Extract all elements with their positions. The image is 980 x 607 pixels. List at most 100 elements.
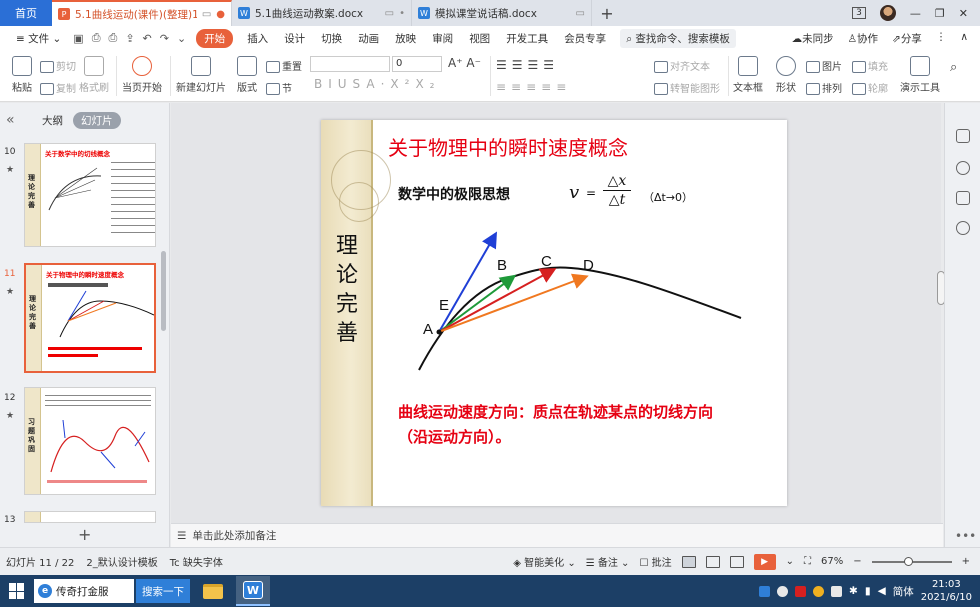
language-indicator[interactable]: 简体: [893, 584, 914, 599]
print-preview-icon[interactable]: ⎙: [88, 31, 105, 45]
tab-menu-icon[interactable]: ▭: [385, 8, 394, 19]
tab-developer[interactable]: 开发工具: [498, 31, 556, 46]
undo-icon[interactable]: ↶: [139, 32, 156, 45]
tray-app-icon[interactable]: [759, 585, 771, 597]
restore-icon[interactable]: ❐: [935, 7, 945, 20]
copy-button[interactable]: 复制: [40, 80, 76, 95]
slide-thumbnail-11[interactable]: 理论完善 关于物理中的瞬时速度概念: [24, 263, 156, 373]
print-icon[interactable]: ⎙: [105, 31, 122, 45]
notes-placeholder[interactable]: 单击此处添加备注: [192, 528, 276, 543]
collapse-ribbon-icon[interactable]: ∧: [960, 31, 968, 46]
new-tab-button[interactable]: +: [592, 0, 622, 26]
layout-button[interactable]: 版式: [234, 56, 260, 94]
close-icon[interactable]: ✕: [959, 7, 968, 20]
taskbar-search-button[interactable]: 搜索一下: [136, 579, 190, 603]
home-tab[interactable]: 首页: [0, 0, 52, 26]
tray-app-icon[interactable]: [831, 585, 843, 597]
file-explorer-app[interactable]: [196, 576, 230, 606]
zoom-level[interactable]: 67%: [821, 556, 843, 567]
from-current-button[interactable]: 当页开始: [120, 56, 164, 94]
bluetooth-icon[interactable]: ✱: [849, 585, 858, 597]
align-text-button[interactable]: 对齐文本: [654, 58, 710, 73]
cut-button[interactable]: 剪切: [40, 58, 76, 73]
network-icon[interactable]: ▮: [865, 585, 871, 597]
tray-app-icon[interactable]: [813, 585, 825, 597]
zoom-slider[interactable]: [871, 556, 952, 566]
shape-button[interactable]: 形状: [772, 56, 800, 94]
slideshow-play-button[interactable]: ▶: [753, 553, 776, 570]
tab-design[interactable]: 设计: [276, 31, 313, 46]
tab-dot-icon[interactable]: •: [399, 8, 405, 19]
normal-view-icon[interactable]: [681, 555, 696, 568]
tray-app-icon[interactable]: [777, 585, 789, 597]
minimize-icon[interactable]: —: [910, 7, 921, 20]
zoom-in-button[interactable]: +: [962, 556, 970, 567]
collapse-panel-icon[interactable]: «: [6, 112, 32, 128]
start-button[interactable]: [0, 575, 34, 607]
fill-button[interactable]: 填充: [852, 58, 888, 73]
tray-app-icon[interactable]: [795, 585, 807, 597]
customize-icon[interactable]: ⌄: [173, 32, 190, 45]
tab-modified-dot-icon[interactable]: ●: [216, 9, 225, 20]
picture-button[interactable]: 图片: [806, 58, 842, 73]
redo-icon[interactable]: ↷: [156, 32, 173, 45]
format-painter-button[interactable]: 格式刷: [78, 56, 110, 94]
smart-shape-button[interactable]: 转智能图形: [654, 80, 720, 95]
comments-button[interactable]: ☐ 批注: [639, 554, 671, 569]
doc-tab-lesson-plan[interactable]: W 5.1曲线运动教案.docx ▭ •: [232, 0, 412, 26]
add-slide-button[interactable]: +: [78, 525, 91, 544]
slide[interactable]: 理论完善 关于物理中的瞬时速度概念 数学中的极限思想 v = △x △t （Δt…: [321, 120, 787, 506]
velocity-diagram[interactable]: A E B C D: [321, 120, 787, 400]
help-icon[interactable]: [956, 221, 970, 235]
command-search[interactable]: ⌕ 查找命令、搜索模板: [620, 28, 736, 48]
properties-icon[interactable]: [956, 129, 970, 143]
reset-button[interactable]: 重置: [266, 58, 302, 73]
wps-app[interactable]: W: [236, 576, 270, 606]
export-icon[interactable]: ⇪: [121, 32, 138, 45]
section-button[interactable]: 节: [266, 80, 292, 95]
share-button[interactable]: ⇗分享: [892, 31, 922, 46]
slide-thumbnail-12[interactable]: 习题巩固: [24, 387, 156, 495]
volume-icon[interactable]: ◀: [878, 585, 886, 597]
more-icon[interactable]: ⋮: [936, 31, 947, 46]
new-slide-button[interactable]: 新建幻灯片: [176, 56, 226, 94]
avatar[interactable]: [879, 5, 896, 21]
slides-icon[interactable]: [956, 191, 970, 205]
outline-button[interactable]: 轮廓: [852, 80, 888, 95]
zoom-slider-knob[interactable]: [903, 556, 913, 566]
textbox-button[interactable]: 文本框: [732, 56, 764, 94]
font-grow-icon[interactable]: A⁺ A⁻: [448, 56, 481, 70]
beautify-button[interactable]: ◈ 智能美化 ⌄: [513, 554, 575, 569]
doc-tab-speech-draft[interactable]: W 模拟课堂说话稿.docx ▭: [412, 0, 592, 26]
reading-view-icon[interactable]: [729, 555, 744, 568]
tab-insert[interactable]: 插入: [239, 31, 276, 46]
taskbar-search-box[interactable]: e 传奇打金服: [34, 579, 134, 603]
missing-font-button[interactable]: Tc 缺失字体: [164, 554, 229, 569]
font-family-select[interactable]: [310, 56, 390, 72]
collaborate-button[interactable]: ♙协作: [848, 31, 878, 46]
tab-start[interactable]: 开始: [196, 28, 234, 48]
find-icon[interactable]: ⌕: [950, 60, 957, 75]
paragraph-icons[interactable]: ☰☰☰☰: [496, 58, 559, 72]
sorter-view-icon[interactable]: [705, 555, 720, 568]
tab-animation[interactable]: 动画: [350, 31, 387, 46]
tab-menu-icon[interactable]: ▭: [202, 9, 211, 20]
slide-thumbnail-10[interactable]: 理论完善 关于数学中的切线概念: [24, 143, 156, 247]
outline-tab[interactable]: 大纲: [42, 113, 63, 128]
zoom-out-button[interactable]: −: [853, 556, 861, 567]
template-name[interactable]: 2_默认设计模板: [80, 554, 163, 569]
panel-scrollbar[interactable]: [161, 251, 166, 331]
save-icon[interactable]: ▣: [69, 32, 87, 45]
slideshow-dropdown-icon[interactable]: ⌄: [786, 556, 794, 567]
align-icons[interactable]: ≡≡≡≡≡: [496, 80, 571, 94]
window-count-badge[interactable]: 3: [852, 7, 866, 19]
font-size-select[interactable]: 0: [392, 56, 442, 72]
presentation-tools-button[interactable]: 演示工具: [898, 56, 942, 94]
slides-tab[interactable]: 幻灯片: [73, 111, 121, 129]
file-menu[interactable]: ≡ 文件 ⌄: [8, 31, 69, 46]
tab-menu-icon[interactable]: ▭: [576, 8, 585, 19]
tab-review[interactable]: 审阅: [424, 31, 461, 46]
text-format-icons[interactable]: BIUSA·X²X₂: [314, 77, 440, 91]
conclusion-text[interactable]: 曲线运动速度方向：质点在轨迹某点的切线方向（沿运动方向）。: [398, 400, 738, 450]
tab-view[interactable]: 视图: [461, 31, 498, 46]
